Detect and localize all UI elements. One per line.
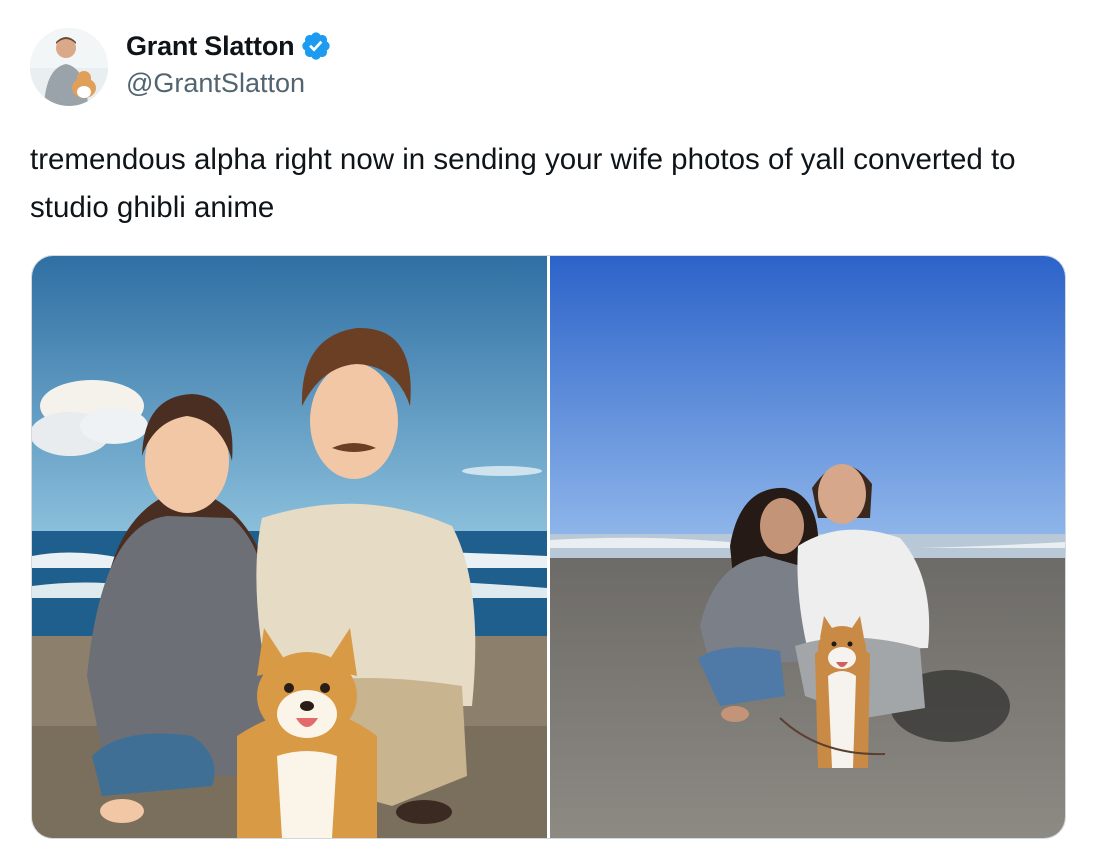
author-avatar[interactable] xyxy=(30,28,108,106)
beach-photo-scene-icon xyxy=(550,256,1065,838)
avatar-photo-icon xyxy=(30,28,108,106)
author-handle[interactable]: @GrantSlatton xyxy=(126,68,305,99)
author-name[interactable]: Grant Slatton xyxy=(126,31,295,62)
tweet-text: tremendous alpha right now in sending yo… xyxy=(30,143,1016,224)
tweet-media-grid xyxy=(31,255,1066,839)
beach-photo-image[interactable] xyxy=(550,256,1065,838)
verified-badge-icon xyxy=(300,30,332,62)
anime-beach-scene-icon xyxy=(32,256,547,838)
anime-illustration-image[interactable] xyxy=(32,256,547,838)
author-name-row[interactable]: Grant Slatton xyxy=(126,28,332,64)
